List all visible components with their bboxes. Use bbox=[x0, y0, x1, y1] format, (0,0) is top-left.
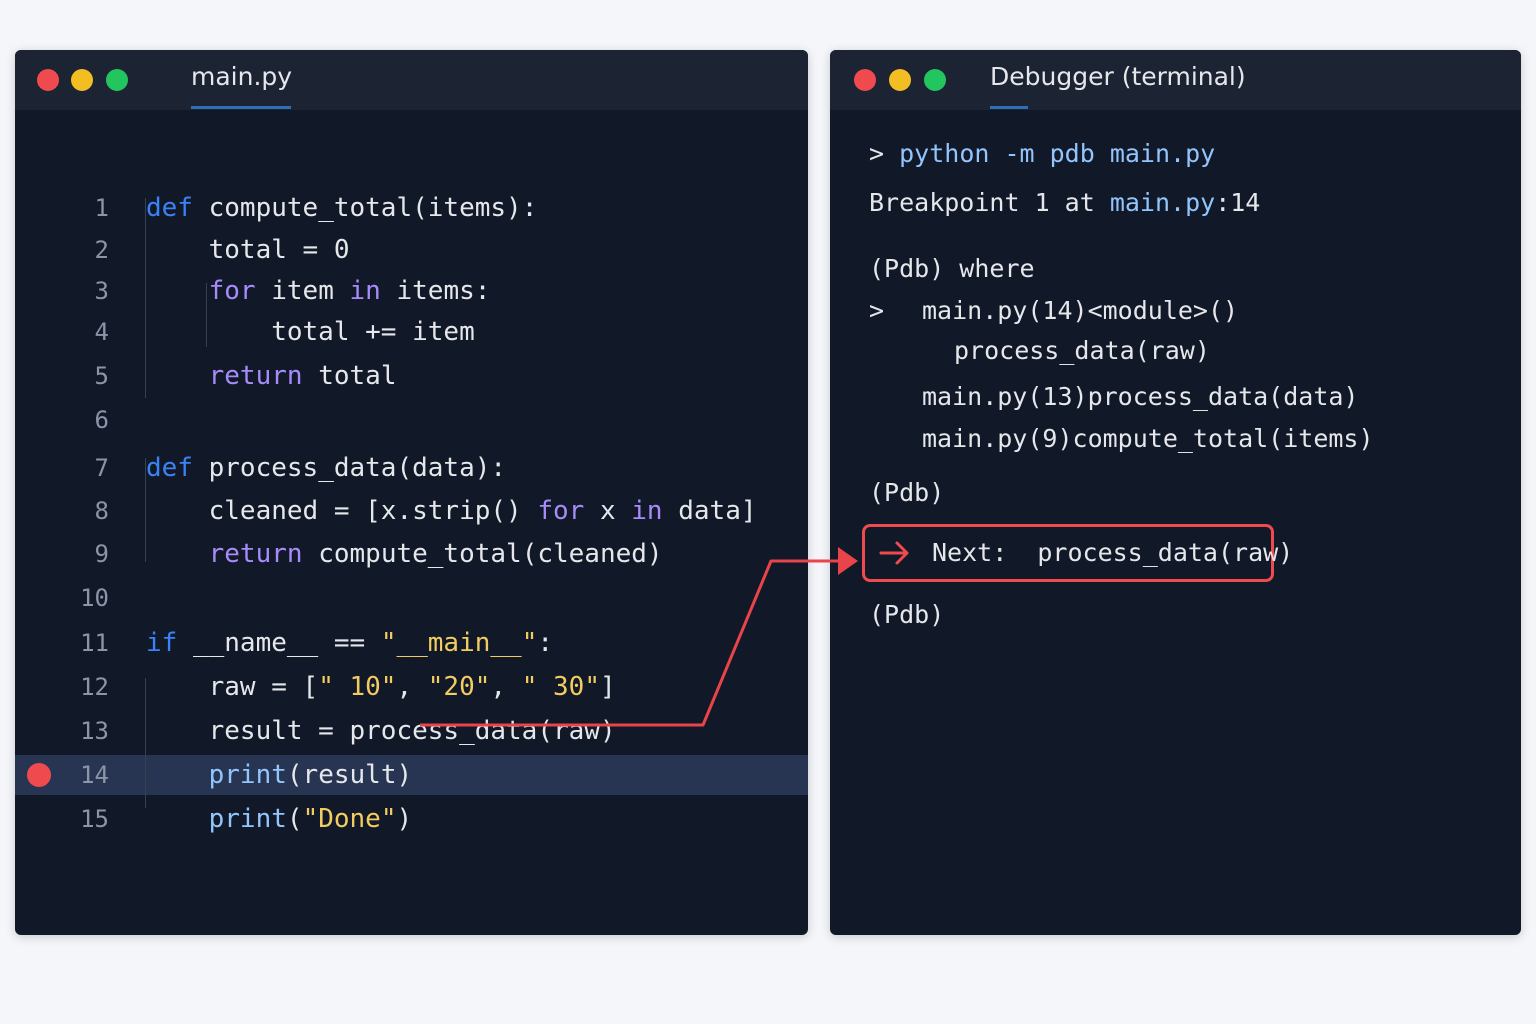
minimize-window-button[interactable] bbox=[71, 69, 93, 91]
stack-frame-3: main.py(9)compute_total(items) bbox=[922, 424, 1374, 453]
code-line[interactable]: 1 def compute_total(items): bbox=[15, 188, 808, 228]
minimize-window-button[interactable] bbox=[889, 69, 911, 91]
stack-frame-1-source: process_data(raw) bbox=[954, 336, 1210, 365]
editor-window: main.py 1 def compute_total(items): 2 tota… bbox=[15, 50, 808, 935]
debugger-window: Debugger (terminal) > python -m pdb main… bbox=[830, 50, 1521, 935]
tab-debugger-terminal[interactable]: Debugger (terminal) bbox=[990, 62, 1246, 91]
code-text: total = 0 bbox=[146, 235, 350, 265]
code-line[interactable]: 11 if __name__ == "__main__": bbox=[15, 623, 808, 663]
line-number[interactable]: 12 bbox=[45, 667, 109, 707]
line-number[interactable]: 13 bbox=[45, 711, 109, 751]
active-tab-indicator bbox=[990, 106, 1028, 109]
line-number[interactable]: 3 bbox=[45, 271, 109, 311]
breakpoint-prefix: Breakpoint 1 at bbox=[869, 188, 1110, 217]
line-number[interactable]: 14 bbox=[45, 755, 109, 795]
code-line[interactable]: 4 total += item bbox=[15, 312, 808, 352]
code-text: print("Done") bbox=[208, 804, 413, 834]
stack-frame-2: main.py(13)process_data(data) bbox=[922, 382, 1359, 411]
terminal-line-command: > python -m pdb main.py bbox=[869, 136, 1215, 172]
code-text: print(result) bbox=[208, 760, 413, 790]
pdb-prompt: (Pdb) bbox=[869, 478, 945, 507]
stack-current-marker: > bbox=[869, 296, 885, 325]
shell-prompt: > bbox=[869, 139, 900, 168]
line-number[interactable]: 1 bbox=[45, 188, 109, 228]
code-line[interactable]: 6 bbox=[15, 400, 808, 440]
line-number[interactable]: 2 bbox=[45, 230, 109, 270]
line-number[interactable]: 4 bbox=[45, 312, 109, 352]
code-text: raw = [" 10", "20", " 30"] bbox=[146, 672, 616, 702]
code-text: return total bbox=[208, 361, 397, 391]
maximize-window-button[interactable] bbox=[924, 69, 946, 91]
pdb-where-command: (Pdb) where bbox=[869, 254, 1035, 283]
pdb-prompt: (Pdb) bbox=[869, 600, 945, 629]
line-number[interactable]: 10 bbox=[45, 578, 109, 618]
code-line[interactable]: 13 result = process_data(raw) bbox=[15, 711, 808, 751]
close-window-button[interactable] bbox=[37, 69, 59, 91]
code-text: total += item bbox=[146, 317, 475, 347]
line-number[interactable]: 6 bbox=[45, 400, 109, 440]
terminal-line-breakpoint: Breakpoint 1 at main.py:14 bbox=[869, 185, 1260, 221]
tab-main-py[interactable]: main.py bbox=[191, 62, 292, 91]
line-number[interactable]: 7 bbox=[45, 448, 109, 488]
line-number[interactable]: 15 bbox=[45, 799, 109, 839]
next-step-label: Next: process_data(raw) bbox=[932, 538, 1294, 567]
line-number[interactable]: 8 bbox=[45, 491, 109, 531]
code-line[interactable]: 3 for item in items: bbox=[15, 271, 808, 311]
code-line[interactable]: 7 def process_data(data): bbox=[15, 448, 808, 488]
maximize-window-button[interactable] bbox=[106, 69, 128, 91]
line-number[interactable]: 11 bbox=[45, 623, 109, 663]
code-line[interactable]: 5 return total bbox=[15, 356, 808, 396]
code-text: for item in items: bbox=[208, 276, 491, 306]
code-line[interactable]: 2 total = 0 bbox=[15, 230, 808, 270]
code-line[interactable]: 10 bbox=[15, 578, 808, 618]
indent-guide bbox=[145, 458, 146, 562]
editor-titlebar: main.py bbox=[15, 50, 808, 110]
breakpoint-file: main.py bbox=[1109, 188, 1216, 217]
line-number[interactable]: 9 bbox=[45, 534, 109, 574]
indent-guide bbox=[145, 198, 146, 398]
breakpoint-line: :14 bbox=[1215, 188, 1261, 217]
code-text: def process_data(data): bbox=[146, 453, 507, 483]
code-text: if __name__ == "__main__": bbox=[146, 628, 554, 658]
code-text: cleaned = [x.strip() for x in data] bbox=[146, 496, 757, 526]
indent-guide bbox=[145, 678, 146, 808]
code-text: return compute_total(cleaned) bbox=[208, 539, 663, 569]
indent-guide bbox=[206, 283, 207, 347]
stack-frame-1: main.py(14)<module>() bbox=[922, 296, 1239, 325]
debugger-titlebar: Debugger (terminal) bbox=[830, 50, 1521, 110]
close-window-button[interactable] bbox=[854, 69, 876, 91]
arrow-right-icon bbox=[879, 541, 909, 565]
code-line[interactable]: 14 print(result) bbox=[15, 755, 808, 795]
line-number[interactable]: 5 bbox=[45, 356, 109, 396]
code-line[interactable]: 8 cleaned = [x.strip() for x in data] bbox=[15, 491, 808, 531]
code-line[interactable]: 12 raw = [" 10", "20", " 30"] bbox=[15, 667, 808, 707]
code-text: def compute_total(items): bbox=[146, 193, 538, 223]
code-line[interactable]: 9 return compute_total(cleaned) bbox=[15, 534, 808, 574]
next-step-highlight: Next: process_data(raw) bbox=[862, 524, 1293, 582]
code-text: result = process_data(raw) bbox=[146, 716, 616, 746]
code-line[interactable]: 15 print("Done") bbox=[15, 799, 808, 839]
active-tab-indicator bbox=[191, 106, 291, 109]
shell-command: python -m pdb main.py bbox=[899, 139, 1216, 168]
